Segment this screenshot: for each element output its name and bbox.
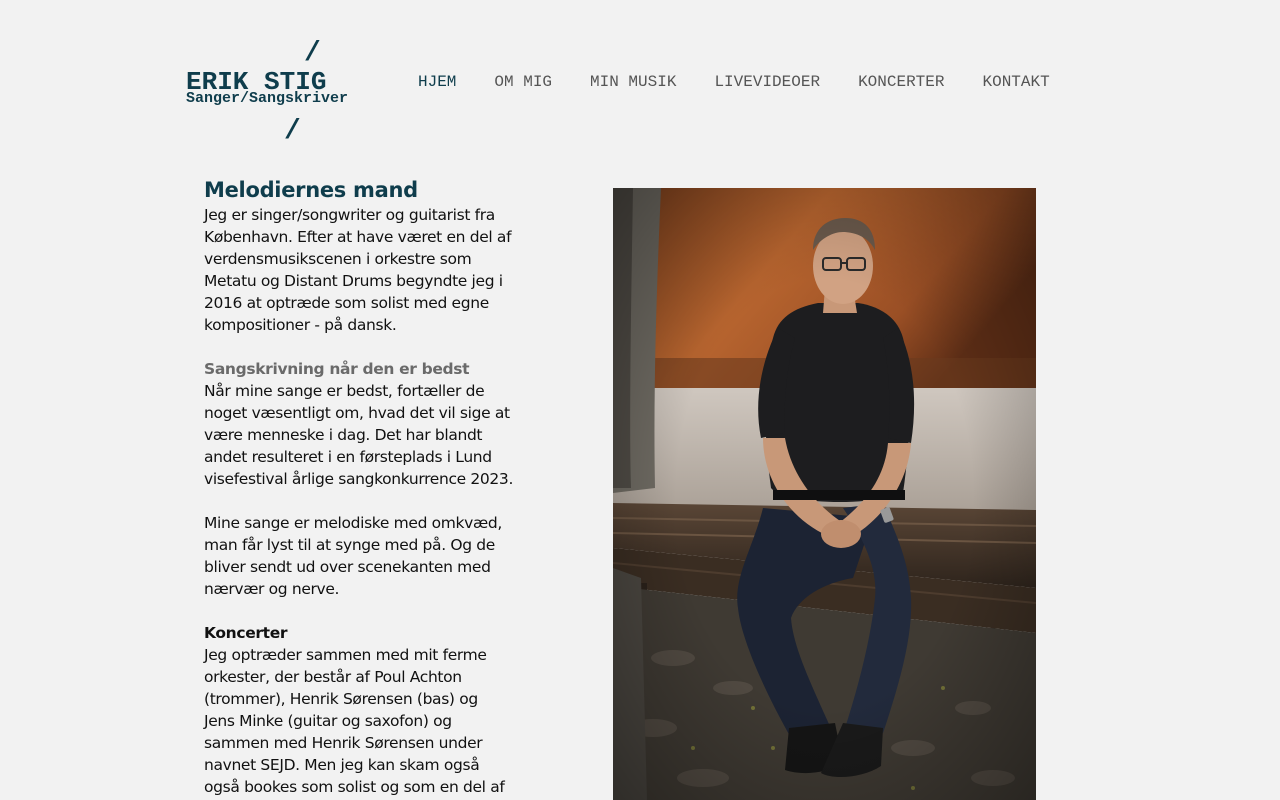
main-nav: HJEM OM MIG MIN MUSIK LIVEVIDEOER KONCER…	[399, 72, 1069, 92]
text-line: Jeg optræder sammen med mit ferme	[204, 646, 487, 664]
text-line: også bookes som solist og som en del af	[204, 778, 505, 796]
text-line: 2016 at optræde som solist med egne	[204, 294, 489, 312]
text-line: København. Efter at have været en del af	[204, 228, 512, 246]
melody-paragraph: Mine sange er melodiske med omkvæd, man …	[204, 512, 524, 600]
concerts-paragraph: Jeg optræder sammen med mit ferme orkest…	[204, 644, 524, 798]
site-logo[interactable]: / ERIK STIG Sanger/Sangskriver /	[186, 40, 366, 150]
text-line: noget væsentligt om, hvad det vil sige a…	[204, 404, 510, 422]
subheading-concerts: Koncerter	[204, 624, 288, 642]
text-line: visefestival årlige sangkonkurrence 2023…	[204, 470, 514, 488]
logo-slash-bottom: /	[284, 116, 301, 147]
nav-item-hjem[interactable]: HJEM	[399, 72, 475, 92]
text-line: orkester, der består af Poul Achton	[204, 668, 462, 686]
text-line: man får lyst til at synge med på. Og de	[204, 536, 495, 554]
text-line: bliver sendt ud over scenekanten med	[204, 558, 491, 576]
text-line: Når mine sange er bedst, fortæller de	[204, 382, 485, 400]
text-line: verdensmusikscenen i orkestre som	[204, 250, 472, 268]
text-line: (trommer), Henrik Sørensen (bas) og	[204, 690, 478, 708]
subheading-songwriting: Sangskrivning når den er bedst	[204, 360, 470, 378]
nav-item-kontakt[interactable]: KONTAKT	[963, 72, 1068, 92]
text-line: Jens Minke (guitar og saxofon) og	[204, 712, 452, 730]
text-line: Metatu og Distant Drums begyndte jeg i	[204, 272, 503, 290]
text-line: andet resulteret i en førsteplads i Lund	[204, 448, 492, 466]
nav-item-om-mig[interactable]: OM MIG	[475, 72, 571, 92]
intro-text: Melodiernes mand Jeg er singer/songwrite…	[204, 176, 524, 798]
text-line: sammen med Henrik Sørensen under	[204, 734, 483, 752]
intro-paragraph: Jeg er singer/songwriter og guitarist fr…	[204, 204, 524, 336]
artist-photo	[613, 188, 1036, 800]
nav-item-min-musik[interactable]: MIN MUSIK	[571, 72, 695, 92]
songwriting-paragraph: Når mine sange er bedst, fortæller de no…	[204, 380, 524, 490]
logo-subtitle: Sanger/Sangskriver	[186, 90, 349, 107]
page-headline: Melodiernes mand	[204, 178, 418, 202]
text-line: være menneske i dag. Det har blandt	[204, 426, 483, 444]
text-line: nærvær og nerve.	[204, 580, 340, 598]
text-line: Mine sange er melodiske med omkvæd,	[204, 514, 502, 532]
logo-slash-top: /	[304, 38, 321, 69]
text-line: navnet SEJD. Men jeg kan skam også	[204, 756, 480, 774]
nav-item-koncerter[interactable]: KONCERTER	[839, 72, 963, 92]
nav-item-livevideoer[interactable]: LIVEVIDEOER	[695, 72, 839, 92]
text-line: Jeg er singer/songwriter og guitarist fr…	[204, 206, 495, 224]
text-line: kompositioner - på dansk.	[204, 316, 397, 334]
